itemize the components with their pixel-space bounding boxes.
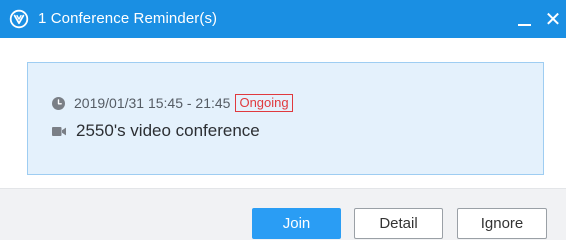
time-row: 2019/01/31 15:45 - 21:45 Ongoing (52, 94, 293, 112)
title-bar: 1 Conference Reminder(s) ✕ (0, 0, 566, 38)
clock-icon (52, 96, 65, 110)
v-circle-logo-icon (9, 9, 29, 29)
conference-reminder-window: 1 Conference Reminder(s) ✕ 2019/01/31 15… (0, 0, 566, 240)
minimize-button[interactable] (512, 4, 538, 34)
detail-button[interactable]: Detail (354, 208, 443, 239)
subject-row: 2550's video conference (52, 120, 260, 142)
status-badge: Ongoing (235, 94, 293, 112)
time-range: 2019/01/31 15:45 - 21:45 (74, 95, 231, 111)
minimize-icon (518, 24, 531, 26)
reminder-content: 2019/01/31 15:45 - 21:45 Ongoing 2550's … (0, 38, 566, 188)
close-button[interactable]: ✕ (540, 4, 566, 34)
action-bar: Join Detail Ignore (0, 188, 566, 240)
window-title: 1 Conference Reminder(s) (38, 10, 218, 27)
reminder-card: 2019/01/31 15:45 - 21:45 Ongoing 2550's … (27, 62, 544, 175)
join-button[interactable]: Join (252, 208, 341, 239)
close-icon: ✕ (544, 7, 562, 31)
video-camera-icon (52, 126, 66, 136)
conference-subject: 2550's video conference (76, 121, 260, 140)
ignore-button[interactable]: Ignore (457, 208, 547, 239)
